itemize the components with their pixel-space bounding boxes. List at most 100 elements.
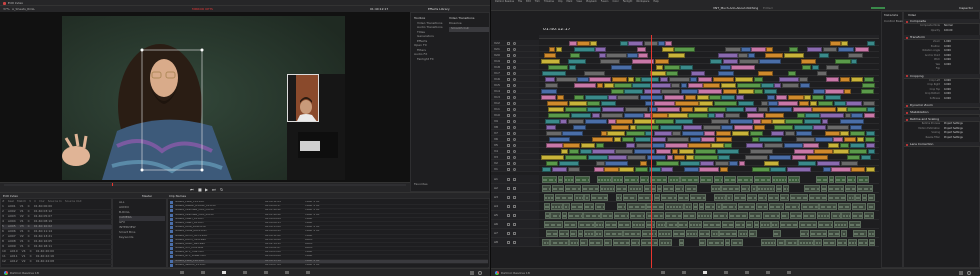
eye-icon[interactable] <box>513 119 516 123</box>
timeline-clip[interactable] <box>587 106 602 112</box>
timeline-clip[interactable] <box>731 64 755 70</box>
menu-item[interactable]: File <box>518 0 522 4</box>
audio-clip[interactable] <box>544 212 550 219</box>
timeline-clip[interactable] <box>851 166 866 172</box>
timeline-clip[interactable] <box>580 142 596 148</box>
timeline-clip[interactable] <box>708 106 726 112</box>
timeline-clip[interactable] <box>825 88 844 94</box>
timeline-clip[interactable] <box>602 106 625 112</box>
audio-clip[interactable] <box>809 194 828 201</box>
timeline-clip[interactable] <box>674 118 693 124</box>
field-value[interactable]: Project Settings <box>944 127 963 130</box>
timeline-clip[interactable] <box>629 124 636 130</box>
audio-clip[interactable] <box>748 212 763 219</box>
audio-clip[interactable] <box>577 230 584 237</box>
audio-clip[interactable] <box>851 212 863 219</box>
mute-icon[interactable] <box>507 241 510 244</box>
field-value[interactable]: 0.000 <box>944 92 951 95</box>
timeline-clip[interactable] <box>653 130 672 136</box>
timeline-clip[interactable] <box>778 100 799 106</box>
timeline-clip[interactable] <box>649 70 666 76</box>
inspector-section-header[interactable]: Transform <box>904 35 980 40</box>
audio-clip[interactable] <box>868 230 875 237</box>
inspector-section-header[interactable]: Retime and Scaling <box>904 117 980 122</box>
timeline-clip[interactable] <box>737 88 754 94</box>
timeline-clip[interactable] <box>798 100 810 106</box>
menu-item[interactable]: Fairlight <box>623 0 633 4</box>
timeline-clip[interactable] <box>805 112 820 118</box>
timeline-clip[interactable] <box>675 100 699 106</box>
timeline-clip[interactable] <box>867 148 875 154</box>
lock-icon[interactable] <box>507 71 510 75</box>
timeline-clip[interactable] <box>822 46 838 52</box>
menu-item[interactable]: Fusion <box>601 0 609 4</box>
timeline-clip[interactable] <box>813 124 827 130</box>
deliver-page-icon[interactable] <box>306 271 310 274</box>
timeline-clip[interactable] <box>593 166 604 172</box>
solo-icon[interactable] <box>513 178 516 181</box>
tab-effects-library[interactable]: Effects Library <box>428 8 450 11</box>
timeline-clip[interactable] <box>865 130 875 136</box>
timeline-clip[interactable] <box>754 88 764 94</box>
timeline-clip[interactable] <box>812 106 837 112</box>
timeline-clip[interactable] <box>562 130 584 136</box>
timeline-clip[interactable] <box>851 58 858 64</box>
audio-clip[interactable] <box>600 185 615 192</box>
timeline-clip[interactable] <box>721 124 734 130</box>
timeline-clip[interactable] <box>779 76 799 82</box>
timeline-clip[interactable] <box>680 64 693 70</box>
timeline-clip[interactable] <box>608 94 617 100</box>
timeline-clip[interactable] <box>819 52 830 58</box>
timeline-clip[interactable] <box>541 88 558 94</box>
audio-clip[interactable] <box>668 176 680 183</box>
lock-icon[interactable] <box>507 65 510 69</box>
audio-clip[interactable] <box>564 185 581 192</box>
lock-icon[interactable] <box>507 125 510 129</box>
audio-clip[interactable] <box>630 239 641 246</box>
audio-clip[interactable] <box>617 221 632 228</box>
audio-clip[interactable] <box>563 203 570 210</box>
audio-clip[interactable] <box>820 185 828 192</box>
timeline-clip[interactable] <box>804 94 811 100</box>
timeline-clip[interactable] <box>786 166 811 172</box>
timeline-clip[interactable] <box>715 130 732 136</box>
audio-clip[interactable] <box>678 239 684 246</box>
audio-clip[interactable] <box>836 239 848 246</box>
audio-clip[interactable] <box>551 185 565 192</box>
track-header-audio[interactable]: A6 <box>491 220 539 229</box>
timeline-clip[interactable] <box>648 106 657 112</box>
timeline-clip[interactable] <box>814 148 833 154</box>
section-toggle-icon[interactable] <box>906 36 908 39</box>
eye-icon[interactable] <box>513 131 516 135</box>
eye-icon[interactable] <box>513 83 516 87</box>
audio-clip[interactable] <box>623 176 639 183</box>
solo-icon[interactable] <box>513 241 516 244</box>
timeline-clip[interactable] <box>753 118 761 124</box>
audio-clip[interactable] <box>588 239 604 246</box>
audio-clip[interactable] <box>550 239 569 246</box>
menu-item[interactable]: View <box>576 0 582 4</box>
timeline-clip[interactable] <box>548 46 556 52</box>
timeline-clip[interactable] <box>849 142 866 148</box>
timeline-clip[interactable] <box>564 154 588 160</box>
field-value[interactable]: 100.00 <box>944 29 952 32</box>
settings-icon[interactable] <box>967 271 971 275</box>
section-toggle-icon[interactable] <box>906 104 908 107</box>
audio-clip[interactable] <box>604 239 613 246</box>
timeline-clip[interactable] <box>621 136 635 142</box>
timeline-clip[interactable] <box>638 52 649 58</box>
audio-clip[interactable] <box>615 185 628 192</box>
audio-clip[interactable] <box>689 194 706 201</box>
section-toggle-icon[interactable] <box>906 118 908 121</box>
timeline-clip[interactable] <box>605 160 628 166</box>
timeline-clip[interactable] <box>555 46 563 52</box>
timeline-clip[interactable] <box>665 142 688 148</box>
audio-clip[interactable] <box>753 221 759 228</box>
audio-clip[interactable] <box>563 221 578 228</box>
timeline-clip[interactable] <box>700 160 715 166</box>
track-header-audio[interactable]: A3 <box>491 193 539 202</box>
timeline-clip[interactable] <box>633 148 656 154</box>
audio-clip[interactable] <box>713 194 726 201</box>
timeline-clip[interactable] <box>696 94 709 100</box>
timeline-clip[interactable] <box>652 142 665 148</box>
